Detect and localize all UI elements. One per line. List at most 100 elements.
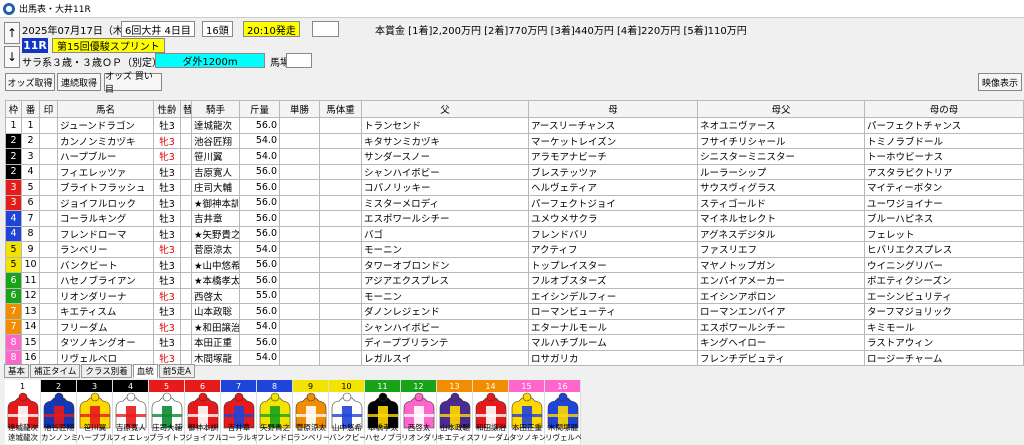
auto-fetch-button[interactable]: 連続取得 <box>57 73 101 91</box>
column-header[interactable]: 馬名 <box>57 100 154 118</box>
table-row[interactable]: 2 2 カンノンミカヅキ 牝3 池谷匠翔 54.0 キタサンミカヅキ マーケットレイズン フサイ… <box>5 132 1024 149</box>
silk-number: 2 <box>41 380 76 392</box>
column-header[interactable]: 母父 <box>697 100 865 118</box>
silk-horse-name: フレンドロ <box>257 433 293 442</box>
mark-cell[interactable] <box>39 148 58 165</box>
table-row[interactable]: 4 8 フレンドローマ 牡3 ★矢野貴之 56.0 バゴ フレンドバリ アグネスデジタル フェレッ… <box>5 225 1024 242</box>
frame-cell: 6 <box>5 287 22 304</box>
silk-card[interactable]: 3 ハーブブル 笹川翼 <box>77 380 113 444</box>
mark-cell[interactable] <box>39 194 58 211</box>
table-row[interactable]: 5 9 ランベリー 牝3 菅原涼太 54.0 モーニン アクティフ ファスリエフ ヒバリエクスプレ… <box>5 241 1024 258</box>
mark-cell[interactable] <box>39 334 58 351</box>
tab-2[interactable]: クラス別着 <box>81 364 132 378</box>
tab-0[interactable]: 基本 <box>4 364 30 378</box>
column-header[interactable]: 父 <box>361 100 529 118</box>
table-row[interactable]: 5 10 バンクビート 牡3 ★山中悠希 56.0 タワーオブロンドン トップレイスター マヤノ… <box>5 256 1024 273</box>
jockey-cell: 吉井章 <box>191 210 240 227</box>
table-row[interactable]: 8 15 タツノキングオー 牡3 本田正重 56.0 ディープブリランテ マルハチブルーム キン… <box>5 334 1024 351</box>
odds-buy-button[interactable]: オッズ 買い目 <box>104 72 162 95</box>
horse-number-cell: 11 <box>21 272 40 289</box>
silk-card[interactable]: 15 タツノキン 本田正重 <box>509 380 545 444</box>
body-weight-cell <box>319 225 362 242</box>
column-header[interactable]: 母 <box>528 100 698 118</box>
silk-card[interactable]: 9 ランベリー 菅原涼太 <box>293 380 329 444</box>
table-row[interactable]: 4 7 コーラルキング 牡3 吉井章 56.0 エスポワールシチー ユメウメサクラ マイネルセレ… <box>5 210 1024 227</box>
silk-card[interactable]: 14 フリーダム 和田譲治 <box>473 380 509 444</box>
silk-card[interactable]: 5 ブライトフ 庄司大輔 <box>149 380 185 444</box>
win-odds-cell <box>279 349 320 366</box>
dam-sire-cell: フレンチデビュティ <box>697 349 865 366</box>
column-header[interactable]: 替 <box>180 100 192 118</box>
column-header[interactable]: 斤量 <box>239 100 280 118</box>
mark-cell[interactable] <box>39 241 58 258</box>
next-race-button[interactable]: ↓ <box>4 46 20 68</box>
jockey-cell: 笹川翼 <box>191 148 240 165</box>
mark-cell[interactable] <box>39 287 58 304</box>
jockey-change-cell <box>180 132 192 149</box>
column-header[interactable]: 性齢 <box>153 100 181 118</box>
silk-number: 7 <box>221 380 256 392</box>
jockey-cell: ★本橋孝太 <box>191 272 240 289</box>
frame-cell: 4 <box>5 210 22 227</box>
table-row[interactable]: 6 12 リオンダリーナ 牝3 西啓太 55.0 モーニン エイシンデルフィー エイシンアポロン… <box>5 287 1024 304</box>
silk-card[interactable]: 12 リオンダリ 西啓太 <box>401 380 437 444</box>
tab-1[interactable]: 補正タイム <box>30 364 81 378</box>
mark-cell[interactable] <box>39 272 58 289</box>
column-header[interactable]: 騎手 <box>191 100 240 118</box>
weight-cell: 54.0 <box>239 132 280 149</box>
column-header[interactable]: 印 <box>39 100 58 118</box>
silk-card[interactable]: 8 フレンドロ 矢野貴之 <box>257 380 293 444</box>
table-row[interactable]: 7 14 フリーダム 牝3 ★和田譲治 54.0 シャンハイボビー エターナルモール エスポワー… <box>5 318 1024 335</box>
mark-cell[interactable] <box>39 256 58 273</box>
column-header[interactable]: 単勝 <box>279 100 320 118</box>
table-row[interactable]: 1 1 ジューンドラゴン 牡3 達城龍次 56.0 トランセンド アースリーチャンス ネオユニヴ… <box>5 117 1024 134</box>
column-header[interactable]: 馬体重 <box>319 100 362 118</box>
column-header[interactable]: 母の母 <box>864 100 1024 118</box>
column-header[interactable]: 枠 <box>5 100 22 118</box>
jockey-change-cell <box>180 163 192 180</box>
silk-card[interactable]: 10 バンクビー 山中悠希 <box>329 380 365 444</box>
silk-jockey-name: 西啓太 <box>407 423 431 432</box>
mark-cell[interactable] <box>39 163 58 180</box>
dam-sire-cell: フサイチリシャール <box>697 132 865 149</box>
table-row[interactable]: 3 5 ブライトフラッシュ 牡3 庄司大輔 56.0 コパノリッキー ヘルヴェティア サウスヴィ… <box>5 179 1024 196</box>
tab-4[interactable]: 前5走A <box>158 364 195 378</box>
win-odds-cell <box>279 225 320 242</box>
jockey-cell: 木間塚龍 <box>191 349 240 366</box>
race-name: 第15回優駿スプリント <box>52 38 165 53</box>
silk-card[interactable]: 2 カンノンミ 池谷匠翔 <box>41 380 77 444</box>
table-row[interactable]: 7 13 キエティスム 牡3 山本政聡 56.0 ダノンレジェンド ローマンビューティ ローマン… <box>5 303 1024 320</box>
mark-cell[interactable] <box>39 210 58 227</box>
silk-card[interactable]: 1 達城龍次 達城龍次 <box>5 380 41 444</box>
video-button[interactable]: 映像表示 <box>978 73 1022 91</box>
column-header[interactable]: 番 <box>21 100 40 118</box>
silk-card[interactable]: 11 ハセノブラ 本橋孝太 <box>365 380 401 444</box>
silk-card[interactable]: 4 フィエレッ 吉原寛人 <box>113 380 149 444</box>
dam-sire-cell: マイネルセレクト <box>697 210 865 227</box>
sire-cell: キタサンミカヅキ <box>361 132 529 149</box>
table-row[interactable]: 3 6 ジョイフルロック 牡3 ★御神本訓 56.0 ミスターメロディ パーフェクトジョイ ステ… <box>5 194 1024 211</box>
dam-cell: マルハチブルーム <box>528 334 698 351</box>
prev-race-button[interactable]: ↑ <box>4 22 20 44</box>
silk-card[interactable]: 7 コーラルキ 吉井章 <box>221 380 257 444</box>
mark-cell[interactable] <box>39 132 58 149</box>
tab-3[interactable]: 血統 <box>132 364 158 378</box>
table-row[interactable]: 2 3 ハープブルー 牝3 笹川翼 54.0 サンダースノー アラモアナビーチ シニスターミニス… <box>5 148 1024 165</box>
table-row[interactable]: 2 4 フィエレッツァ 牡3 吉原寛人 56.0 シャンハイボビー ブレステッツァ ルーラーシッ… <box>5 163 1024 180</box>
silk-jockey-name: 矢野貴之 <box>260 423 290 432</box>
silk-card[interactable]: 13 キエティス 山本政聡 <box>437 380 473 444</box>
silk-card[interactable]: 16 リヴェルベ 木間塚龍 <box>545 380 581 444</box>
mark-cell[interactable] <box>39 318 58 335</box>
silk-card[interactable]: 6 ジョイフル 御神本訓 <box>185 380 221 444</box>
race-name-text: 第15回優駿スプリント <box>57 42 160 53</box>
table-row[interactable]: 6 11 ハセノブライアン 牡3 ★本橋孝太 56.0 アジアエクスプレス フルオブスターズエ… <box>5 272 1024 289</box>
mark-cell[interactable] <box>39 179 58 196</box>
dam-cell: ローマンビューティ <box>528 303 698 320</box>
jockey-change-cell <box>180 179 192 196</box>
odds-fetch-button[interactable]: オッズ取得 <box>5 73 55 91</box>
mark-cell[interactable] <box>39 117 58 134</box>
body-weight-cell <box>319 148 362 165</box>
mark-cell[interactable] <box>39 303 58 320</box>
mark-cell[interactable] <box>39 225 58 242</box>
odds-fetch-label: オッズ取得 <box>7 78 53 89</box>
